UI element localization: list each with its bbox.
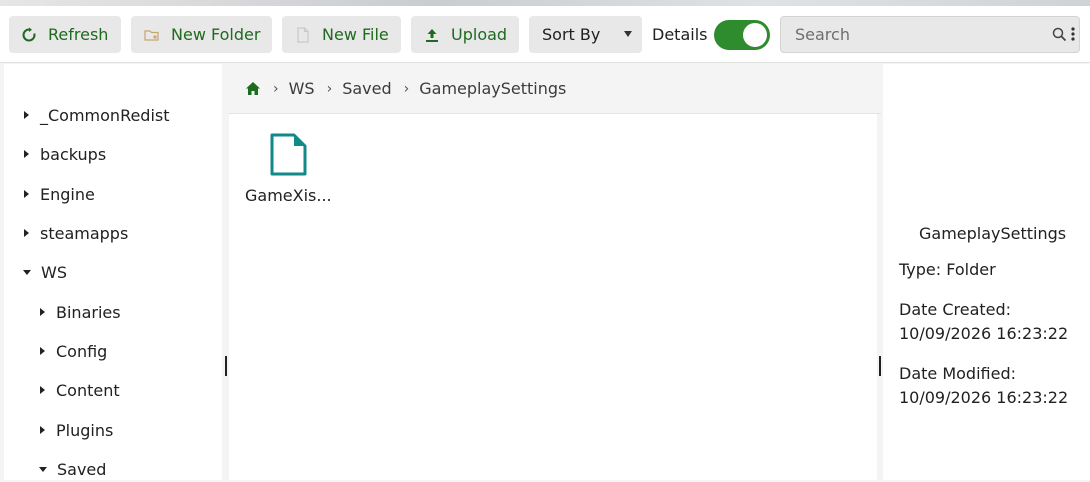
search-box — [780, 16, 1080, 53]
file-item[interactable]: GameXis... — [241, 130, 337, 210]
chevron-right-icon: › — [403, 80, 410, 97]
file-view: › WS › Saved › GameplaySettings GameXis.… — [229, 64, 881, 480]
breadcrumb-item-ws[interactable]: WS — [289, 79, 315, 98]
expand-arrow-icon[interactable] — [40, 426, 45, 434]
upload-icon — [423, 26, 441, 44]
details-created-label: Date Created: — [899, 300, 1012, 319]
tree-item-label: Engine — [40, 184, 95, 204]
details-panel: GameplaySettings Type: Folder Date Creat… — [883, 64, 1090, 480]
tree-item-label: Plugins — [56, 420, 114, 440]
tree-item-label: Content — [56, 380, 120, 400]
collapse-arrow-icon[interactable] — [23, 269, 31, 275]
tree-item-content[interactable]: Content — [40, 377, 120, 403]
tree-item-saved[interactable]: Saved — [39, 456, 106, 482]
file-icon — [270, 133, 308, 180]
tree-item-label: _CommonRedist — [40, 105, 170, 125]
new-folder-label: New Folder — [171, 25, 261, 44]
tree-item-label: steamapps — [40, 223, 129, 243]
tree-item-label: WS — [41, 262, 67, 282]
expand-arrow-icon[interactable] — [40, 308, 45, 316]
tree-item-steamapps[interactable]: steamapps — [24, 220, 128, 246]
tree-item-backups[interactable]: backups — [24, 141, 106, 167]
tree-item-binaries[interactable]: Binaries — [40, 299, 121, 325]
chevron-right-icon: › — [326, 80, 333, 97]
sort-by-label: Sort By — [542, 25, 601, 44]
search-icon[interactable] — [1052, 27, 1067, 46]
sort-by-dropdown[interactable]: Sort By — [529, 16, 642, 53]
details-created-value: 10/09/2026 16:23:22 — [899, 324, 1069, 343]
details-type: Type: Folder — [899, 260, 996, 279]
expand-arrow-icon[interactable] — [24, 150, 29, 158]
expand-arrow-icon[interactable] — [24, 229, 29, 237]
refresh-button[interactable]: Refresh — [9, 16, 121, 53]
breadcrumb-item-gameplaysettings[interactable]: GameplaySettings — [419, 79, 566, 98]
right-pane-resize-handle[interactable] — [879, 356, 881, 376]
expand-arrow-icon[interactable] — [40, 347, 45, 355]
left-pane-resize-handle[interactable] — [225, 356, 227, 376]
details-toggle[interactable] — [714, 20, 770, 50]
new-file-icon — [294, 26, 312, 44]
search-input[interactable] — [781, 17, 1051, 52]
tree-item-label: backups — [40, 144, 107, 164]
folder-tree: _CommonRedist backups Engine steamapps W… — [4, 64, 222, 480]
details-title: GameplaySettings — [919, 224, 1067, 243]
upload-label: Upload — [451, 25, 508, 44]
expand-arrow-icon[interactable] — [40, 386, 45, 394]
more-options-icon[interactable] — [1071, 25, 1075, 47]
tree-item-ws[interactable]: WS — [23, 259, 67, 285]
details-modified-value: 10/09/2026 16:23:22 — [899, 388, 1069, 407]
new-file-button[interactable]: New File — [282, 16, 401, 53]
tree-item-plugins[interactable]: Plugins — [40, 417, 113, 443]
details-modified-label: Date Modified: — [899, 364, 1016, 383]
file-name: GameXis... — [245, 186, 332, 205]
expand-arrow-icon[interactable] — [24, 190, 29, 198]
new-file-label: New File — [322, 25, 389, 44]
breadcrumb-item-saved[interactable]: Saved — [342, 79, 391, 98]
breadcrumb: › WS › Saved › GameplaySettings — [229, 64, 881, 114]
toggle-knob — [743, 23, 767, 47]
new-folder-icon — [143, 26, 161, 44]
upload-button[interactable]: Upload — [411, 16, 519, 53]
details-label: Details — [652, 25, 708, 44]
tree-item-engine[interactable]: Engine — [24, 181, 95, 207]
tree-item-config[interactable]: Config — [40, 338, 107, 364]
chevron-right-icon: › — [273, 80, 279, 97]
toolbar: Refresh New Folder New File Upload Sort … — [0, 6, 1090, 63]
tree-item-commonredist[interactable]: _CommonRedist — [24, 102, 170, 128]
tree-item-label: Binaries — [56, 302, 121, 322]
home-icon[interactable] — [245, 81, 261, 96]
collapse-arrow-icon[interactable] — [39, 466, 47, 472]
tree-item-label: Config — [56, 341, 108, 361]
expand-arrow-icon[interactable] — [24, 111, 29, 119]
refresh-icon — [20, 26, 38, 44]
caret-down-icon — [624, 31, 632, 37]
new-folder-button[interactable]: New Folder — [131, 16, 272, 53]
tree-item-label: Saved — [57, 459, 107, 479]
refresh-label: Refresh — [48, 25, 109, 44]
